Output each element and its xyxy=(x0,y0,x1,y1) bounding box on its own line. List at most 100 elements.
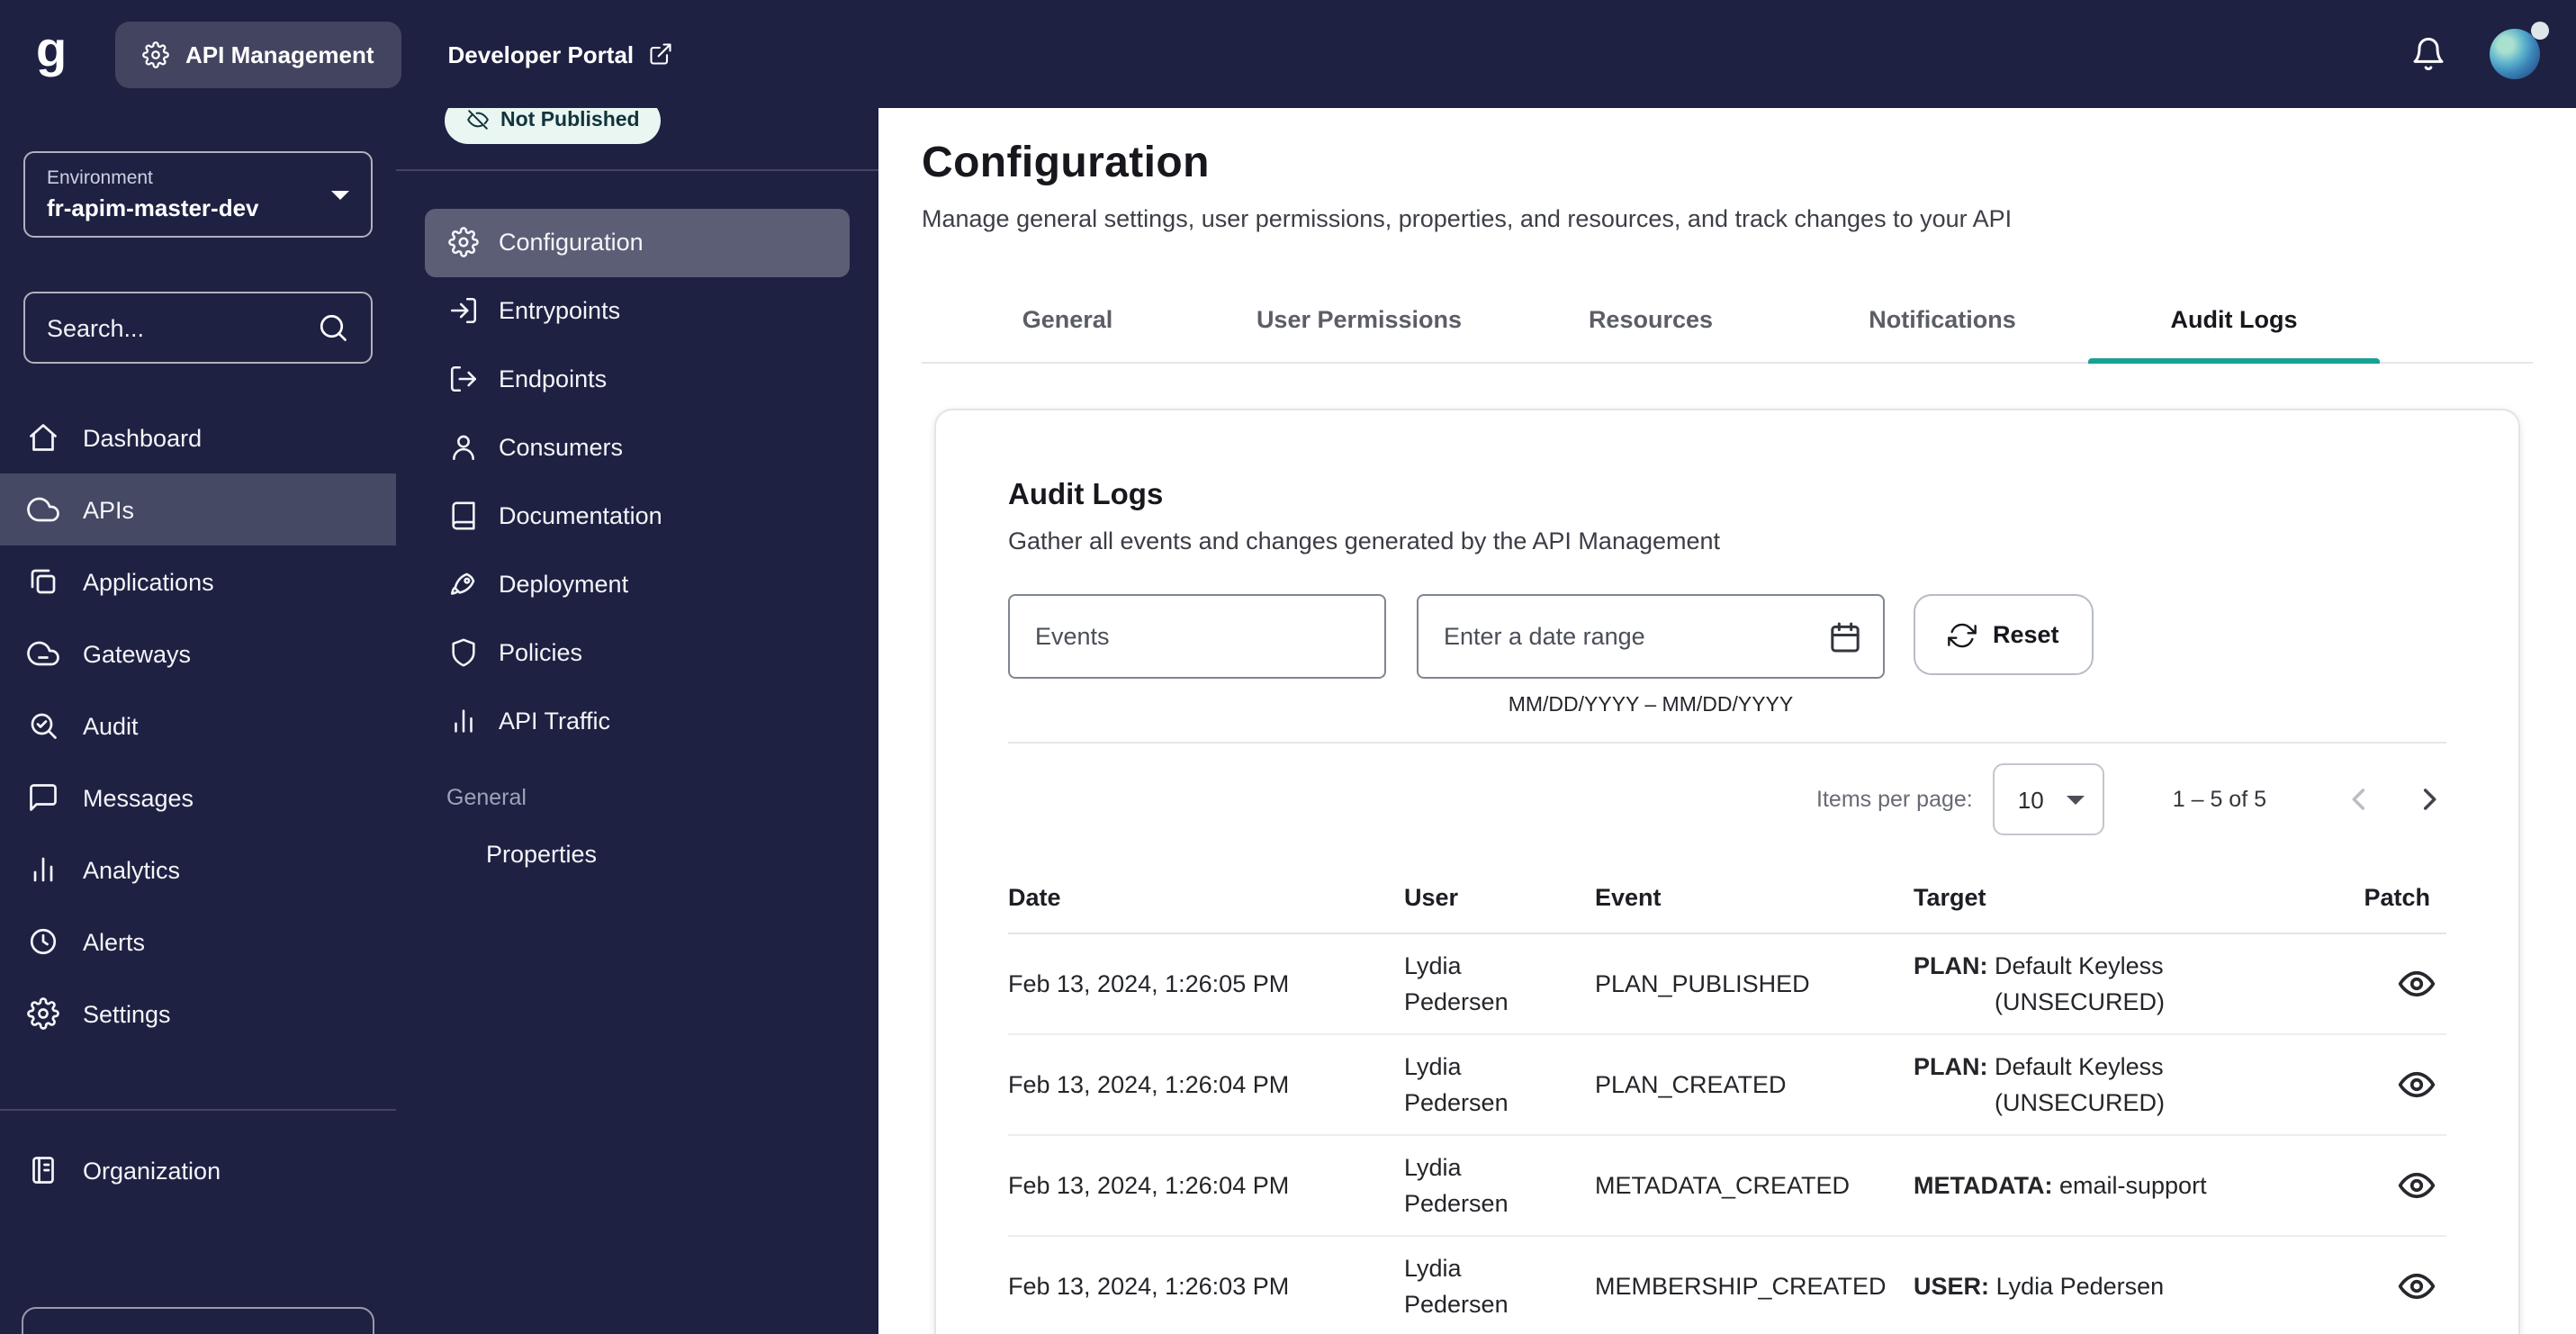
eye-icon xyxy=(2397,1066,2435,1104)
rocket-icon xyxy=(448,569,479,599)
api-item-configuration[interactable]: Configuration xyxy=(425,208,850,276)
divider xyxy=(396,168,878,170)
api-management-button[interactable]: API Management xyxy=(115,21,401,87)
entry-arrow-icon xyxy=(448,295,479,326)
column-header-user: User xyxy=(1404,884,1595,911)
api-item-label: Entrypoints xyxy=(499,297,620,324)
sidebar-item-dashboard[interactable]: Dashboard xyxy=(0,401,396,473)
cell-patch xyxy=(2315,1056,2448,1113)
cell-user: Lydia Pedersen xyxy=(1404,1151,1595,1221)
cell-patch xyxy=(2315,955,2448,1013)
sidebar-item-messages[interactable]: Messages xyxy=(0,762,396,834)
tab-audit-logs[interactable]: Audit Logs xyxy=(2088,277,2380,362)
api-item-label: Policies xyxy=(499,639,582,666)
target-value: Lydia Pedersen xyxy=(1996,1269,2165,1304)
sidebar-item-analytics[interactable]: Analytics xyxy=(0,834,396,906)
tab-general[interactable]: General xyxy=(922,277,1213,362)
environment-value: fr-apim-master-dev xyxy=(47,194,259,221)
sidebar-item-label: Applications xyxy=(83,568,214,595)
api-item-entrypoints[interactable]: Entrypoints xyxy=(425,276,850,345)
api-management-label: API Management xyxy=(185,41,374,68)
developer-portal-label: Developer Portal xyxy=(448,41,635,68)
reset-button[interactable]: Reset xyxy=(1914,594,2094,675)
eye-off-icon xyxy=(466,108,490,131)
cell-event: PLAN_PUBLISHED xyxy=(1595,967,1914,1002)
api-sidebar: Not Published Configuration Entrypoints … xyxy=(396,108,878,1334)
column-header-date: Date xyxy=(1008,884,1404,911)
eye-icon xyxy=(2397,1167,2435,1205)
events-filter-select[interactable]: Events xyxy=(1008,594,1386,679)
api-item-label: Deployment xyxy=(499,571,628,598)
column-header-event: Event xyxy=(1595,884,1914,911)
cell-target: PLAN: Default Keyless (UNSECURED) xyxy=(1914,1050,2315,1120)
tab-user-permissions[interactable]: User Permissions xyxy=(1213,277,1505,362)
cell-patch xyxy=(2315,1158,2448,1215)
bar-chart-icon xyxy=(27,853,59,886)
audit-check-icon xyxy=(27,709,59,742)
search-icon xyxy=(317,311,349,344)
target-type: PLAN: xyxy=(1914,1053,1988,1080)
search-input[interactable] xyxy=(47,314,302,341)
app-window: g API Management Developer Portal Enviro… xyxy=(0,0,2576,1334)
target-value: email-support xyxy=(2059,1168,2207,1203)
api-item-consumers[interactable]: Consumers xyxy=(425,413,850,482)
tab-bar: General User Permissions Resources Notif… xyxy=(922,277,2533,364)
view-patch-button[interactable] xyxy=(2387,1258,2445,1316)
environment-sidebar: Environment fr-apim-master-dev Dashboard… xyxy=(0,108,396,1334)
collapse-menu-button[interactable]: Collapse menu xyxy=(22,1307,374,1334)
eye-icon xyxy=(2397,965,2435,1003)
sidebar-item-audit[interactable]: Audit xyxy=(0,690,396,762)
calendar-icon[interactable] xyxy=(1827,618,1863,654)
target-type: PLAN: xyxy=(1914,952,1988,979)
date-range-input[interactable] xyxy=(1444,623,1813,650)
previous-page-button[interactable] xyxy=(2342,781,2378,817)
filters-row: Events MM/DD/YYYY – MM/DD/YYYY Reset xyxy=(1008,594,2446,717)
refresh-icon xyxy=(1948,620,1977,649)
api-item-label: Properties xyxy=(486,841,597,868)
api-item-api-traffic[interactable]: API Traffic xyxy=(425,687,850,755)
cell-event: PLAN_CREATED xyxy=(1595,1068,1914,1103)
person-icon xyxy=(448,432,479,463)
chevron-down-icon xyxy=(331,190,349,199)
user-menu[interactable] xyxy=(2490,29,2540,79)
exit-arrow-icon xyxy=(448,364,479,394)
view-patch-button[interactable] xyxy=(2387,955,2445,1013)
tab-resources[interactable]: Resources xyxy=(1505,277,1797,362)
sidebar-item-apis[interactable]: APIs xyxy=(0,473,396,545)
reset-label: Reset xyxy=(1993,621,2059,648)
sidebar-item-settings[interactable]: Settings xyxy=(0,978,396,1050)
cell-user: Lydia Pedersen xyxy=(1404,949,1595,1019)
sidebar-item-applications[interactable]: Applications xyxy=(0,545,396,617)
table-row: Feb 13, 2024, 1:26:04 PM Lydia Pedersen … xyxy=(1008,1035,2446,1136)
cell-target: PLAN: Default Keyless (UNSECURED) xyxy=(1914,949,2315,1019)
cell-target: METADATA: email-support xyxy=(1914,1168,2315,1203)
api-nav-list: Configuration Entrypoints Endpoints Cons… xyxy=(396,208,878,755)
view-patch-button[interactable] xyxy=(2387,1056,2445,1113)
api-item-label: Endpoints xyxy=(499,365,607,392)
tab-notifications[interactable]: Notifications xyxy=(1797,277,2088,362)
cell-event: MEMBERSHIP_CREATED xyxy=(1595,1269,1914,1304)
cell-patch xyxy=(2315,1258,2448,1316)
sidebar-item-gateways[interactable]: Gateways xyxy=(0,617,396,690)
sidebar-item-alerts[interactable]: Alerts xyxy=(0,906,396,978)
developer-portal-link[interactable]: Developer Portal xyxy=(448,41,674,68)
notifications-button[interactable] xyxy=(2410,36,2446,72)
date-filter: MM/DD/YYYY – MM/DD/YYYY xyxy=(1417,594,1885,717)
api-item-deployment[interactable]: Deployment xyxy=(425,550,850,618)
api-item-properties[interactable]: Properties xyxy=(396,820,878,888)
cell-user: Lydia Pedersen xyxy=(1404,1252,1595,1322)
target-type: USER: xyxy=(1914,1273,1989,1300)
eye-icon xyxy=(2397,1268,2435,1306)
items-per-page-value: 10 xyxy=(2018,786,2044,813)
api-item-documentation[interactable]: Documentation xyxy=(425,482,850,550)
view-patch-button[interactable] xyxy=(2387,1158,2445,1215)
next-page-button[interactable] xyxy=(2410,781,2446,817)
sidebar-item-organization[interactable]: Organization xyxy=(0,1134,396,1206)
api-item-endpoints[interactable]: Endpoints xyxy=(425,345,850,413)
table-header: Date User Event Target Patch xyxy=(1008,859,2446,934)
target-value: Default Keyless (UNSECURED) xyxy=(1995,1050,2265,1120)
topbar-right xyxy=(2410,29,2540,79)
api-item-policies[interactable]: Policies xyxy=(425,618,850,687)
items-per-page-select[interactable]: 10 xyxy=(1993,763,2104,835)
environment-selector[interactable]: Environment fr-apim-master-dev xyxy=(23,151,373,238)
